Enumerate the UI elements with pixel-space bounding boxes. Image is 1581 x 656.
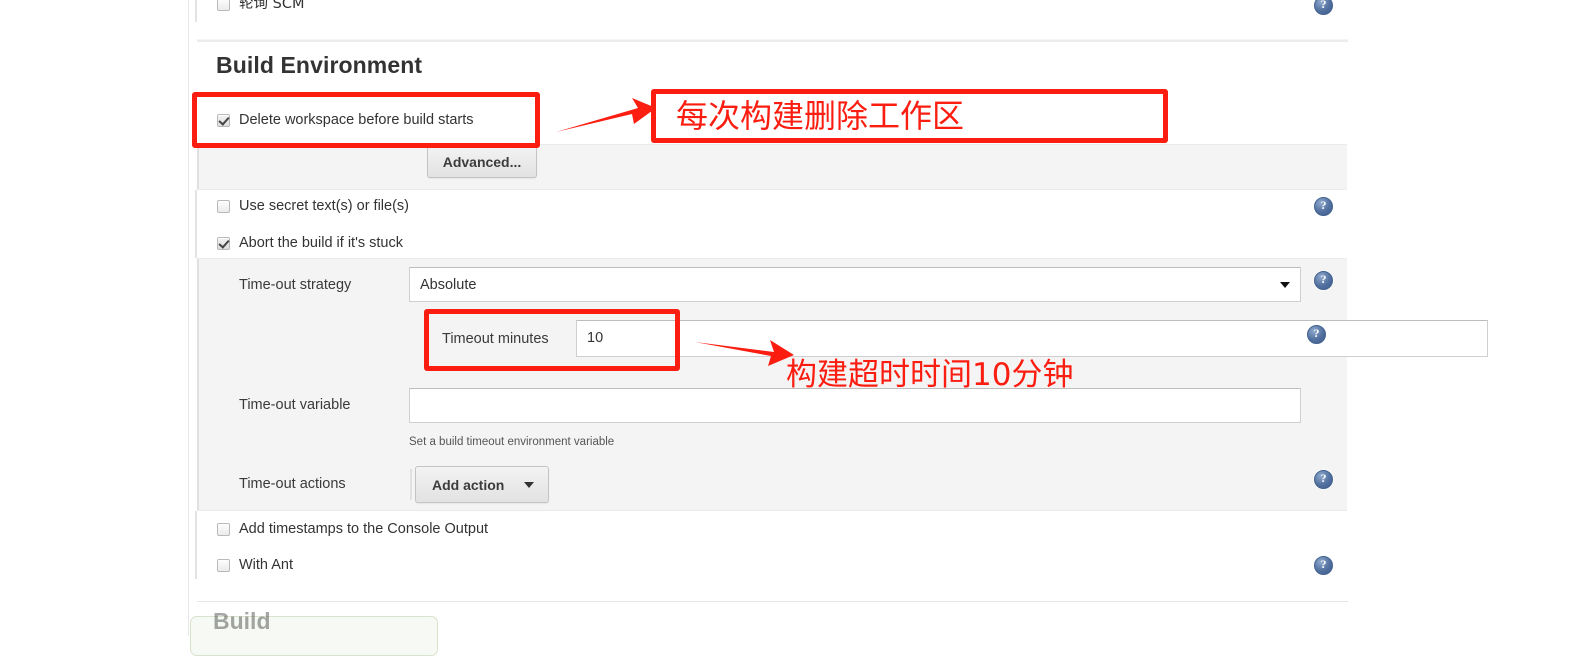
use-secret-checkbox[interactable] — [217, 199, 230, 213]
secret-abort-rail — [195, 190, 197, 258]
timeout-actions-label: Time-out actions — [239, 476, 346, 492]
poll-scm-label: 轮询 SCM — [239, 0, 305, 12]
add-action-button[interactable]: Add action — [410, 466, 549, 503]
timeout-minutes-value: 10 — [587, 330, 604, 346]
help-icon-timeout-strategy[interactable]: ? — [1314, 271, 1333, 290]
annotation-text-note-1: 每次构建删除工作区 — [676, 97, 965, 135]
timeout-variable-label: Time-out variable — [239, 397, 351, 413]
chevron-down-icon — [1280, 281, 1290, 288]
with-ant-label: With Ant — [239, 556, 293, 573]
page-root: 轮询 SCM ? Build Environment Delete worksp… — [0, 0, 1581, 656]
advanced-panel-rail — [197, 145, 199, 189]
checkbox-row-abort-stuck[interactable]: Abort the build if it's stuck — [217, 235, 403, 251]
help-icon-with-ant[interactable]: ? — [1314, 556, 1333, 575]
use-secret-label: Use secret text(s) or file(s) — [239, 197, 409, 214]
timeout-panel-rail — [197, 259, 199, 510]
poll-scm-checkbox[interactable] — [217, 0, 230, 11]
abort-stuck-label: Abort the build if it's stuck — [239, 234, 403, 251]
help-icon-use-secret[interactable]: ? — [1314, 197, 1333, 216]
add-timestamps-label: Add timestamps to the Console Output — [239, 520, 489, 537]
timeout-minutes-input[interactable]: 10 — [576, 320, 1488, 357]
timeout-strategy-select[interactable]: Absolute — [409, 267, 1301, 302]
advanced-button-label: Advanced... — [442, 154, 522, 170]
add-action-rail — [410, 469, 412, 500]
section-divider-top — [197, 39, 1348, 42]
delete-workspace-checkbox[interactable] — [217, 113, 230, 127]
abort-stuck-checkbox[interactable] — [217, 236, 230, 250]
page-title-build-environment: Build Environment — [216, 52, 423, 78]
bottom-checkbox-rail — [195, 511, 197, 579]
scm-block-rail — [195, 0, 197, 22]
timeout-variable-help: Set a build timeout environment variable — [409, 436, 615, 448]
checkbox-row-use-secret[interactable]: Use secret text(s) or file(s) — [217, 198, 409, 214]
add-action-label: Add action — [432, 476, 505, 493]
delete-workspace-rail — [195, 100, 197, 144]
checkbox-row-add-timestamps[interactable]: Add timestamps to the Console Output — [217, 521, 488, 537]
help-icon-timeout-actions[interactable]: ? — [1314, 470, 1333, 489]
with-ant-checkbox[interactable] — [217, 558, 230, 572]
delete-workspace-advanced-panel — [197, 144, 1347, 190]
jenkins-config-column: 轮询 SCM ? Build Environment Delete worksp… — [188, 0, 1488, 636]
advanced-button[interactable]: Advanced... — [427, 146, 537, 178]
delete-workspace-label: Delete workspace before build starts — [239, 111, 474, 128]
timeout-strategy-label: Time-out strategy — [239, 277, 352, 293]
help-icon-poll-scm[interactable]: ? — [1314, 0, 1333, 15]
timeout-minutes-label: Timeout minutes — [442, 331, 549, 347]
build-section-title: Build — [213, 608, 271, 634]
help-icon-timeout-minutes[interactable]: ? — [1307, 325, 1326, 344]
timeout-strategy-value: Absolute — [420, 276, 477, 293]
add-timestamps-checkbox[interactable] — [217, 522, 230, 536]
timeout-variable-input[interactable] — [409, 388, 1301, 423]
checkbox-row-with-ant[interactable]: With Ant — [217, 557, 293, 573]
section-divider-bottom — [197, 601, 1348, 602]
chevron-down-icon-add-action — [524, 481, 534, 488]
annotation-text-note-2: 构建超时时间10分钟 — [786, 357, 1074, 393]
checkbox-row-poll-scm[interactable]: 轮询 SCM — [217, 0, 304, 12]
checkbox-row-delete-workspace[interactable]: Delete workspace before build starts — [217, 112, 474, 128]
